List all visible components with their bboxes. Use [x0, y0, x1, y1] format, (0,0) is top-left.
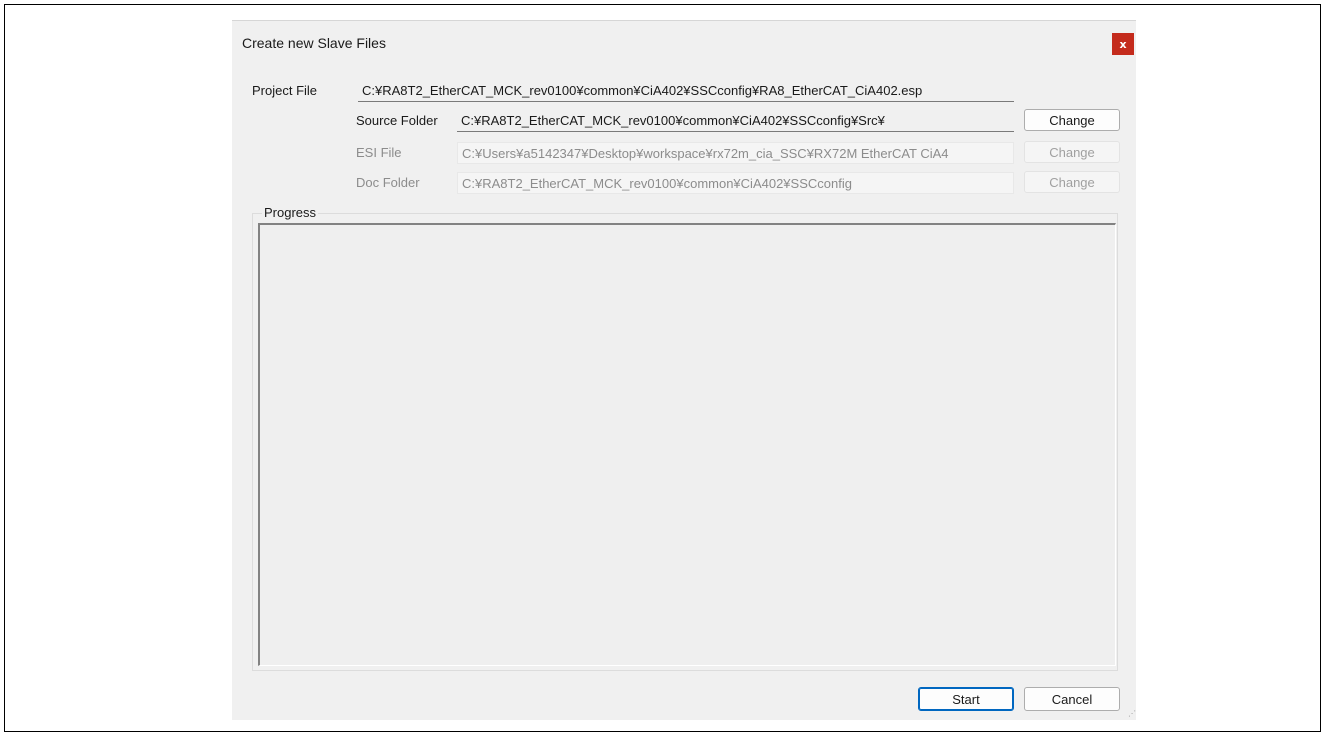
progress-log-area[interactable]: [258, 223, 1116, 666]
close-icon[interactable]: x: [1112, 33, 1134, 55]
source-folder-change-button[interactable]: Change: [1024, 109, 1120, 131]
cancel-button[interactable]: Cancel: [1024, 687, 1120, 711]
create-slave-files-dialog: Create new Slave Files x Project File C:…: [232, 20, 1136, 720]
start-button[interactable]: Start: [918, 687, 1014, 711]
progress-label: Progress: [262, 205, 319, 220]
esi-file-field: C:¥Users¥a5142347¥Desktop¥workspace¥rx72…: [457, 142, 1014, 164]
esi-file-change-button: Change: [1024, 141, 1120, 163]
dialog-title: Create new Slave Files: [242, 35, 386, 51]
resize-grip-icon[interactable]: ⋰: [1128, 710, 1136, 718]
esi-file-label: ESI File: [356, 145, 402, 160]
source-folder-label: Source Folder: [356, 113, 438, 128]
doc-folder-label: Doc Folder: [356, 175, 420, 190]
doc-folder-field: C:¥RA8T2_EtherCAT_MCK_rev0100¥common¥CiA…: [457, 172, 1014, 194]
source-folder-field[interactable]: C:¥RA8T2_EtherCAT_MCK_rev0100¥common¥CiA…: [457, 110, 1014, 132]
project-file-field: C:¥RA8T2_EtherCAT_MCK_rev0100¥common¥CiA…: [358, 80, 1014, 102]
project-file-label: Project File: [252, 83, 318, 98]
doc-folder-change-button: Change: [1024, 171, 1120, 193]
title-bar: Create new Slave Files x: [232, 21, 1136, 65]
